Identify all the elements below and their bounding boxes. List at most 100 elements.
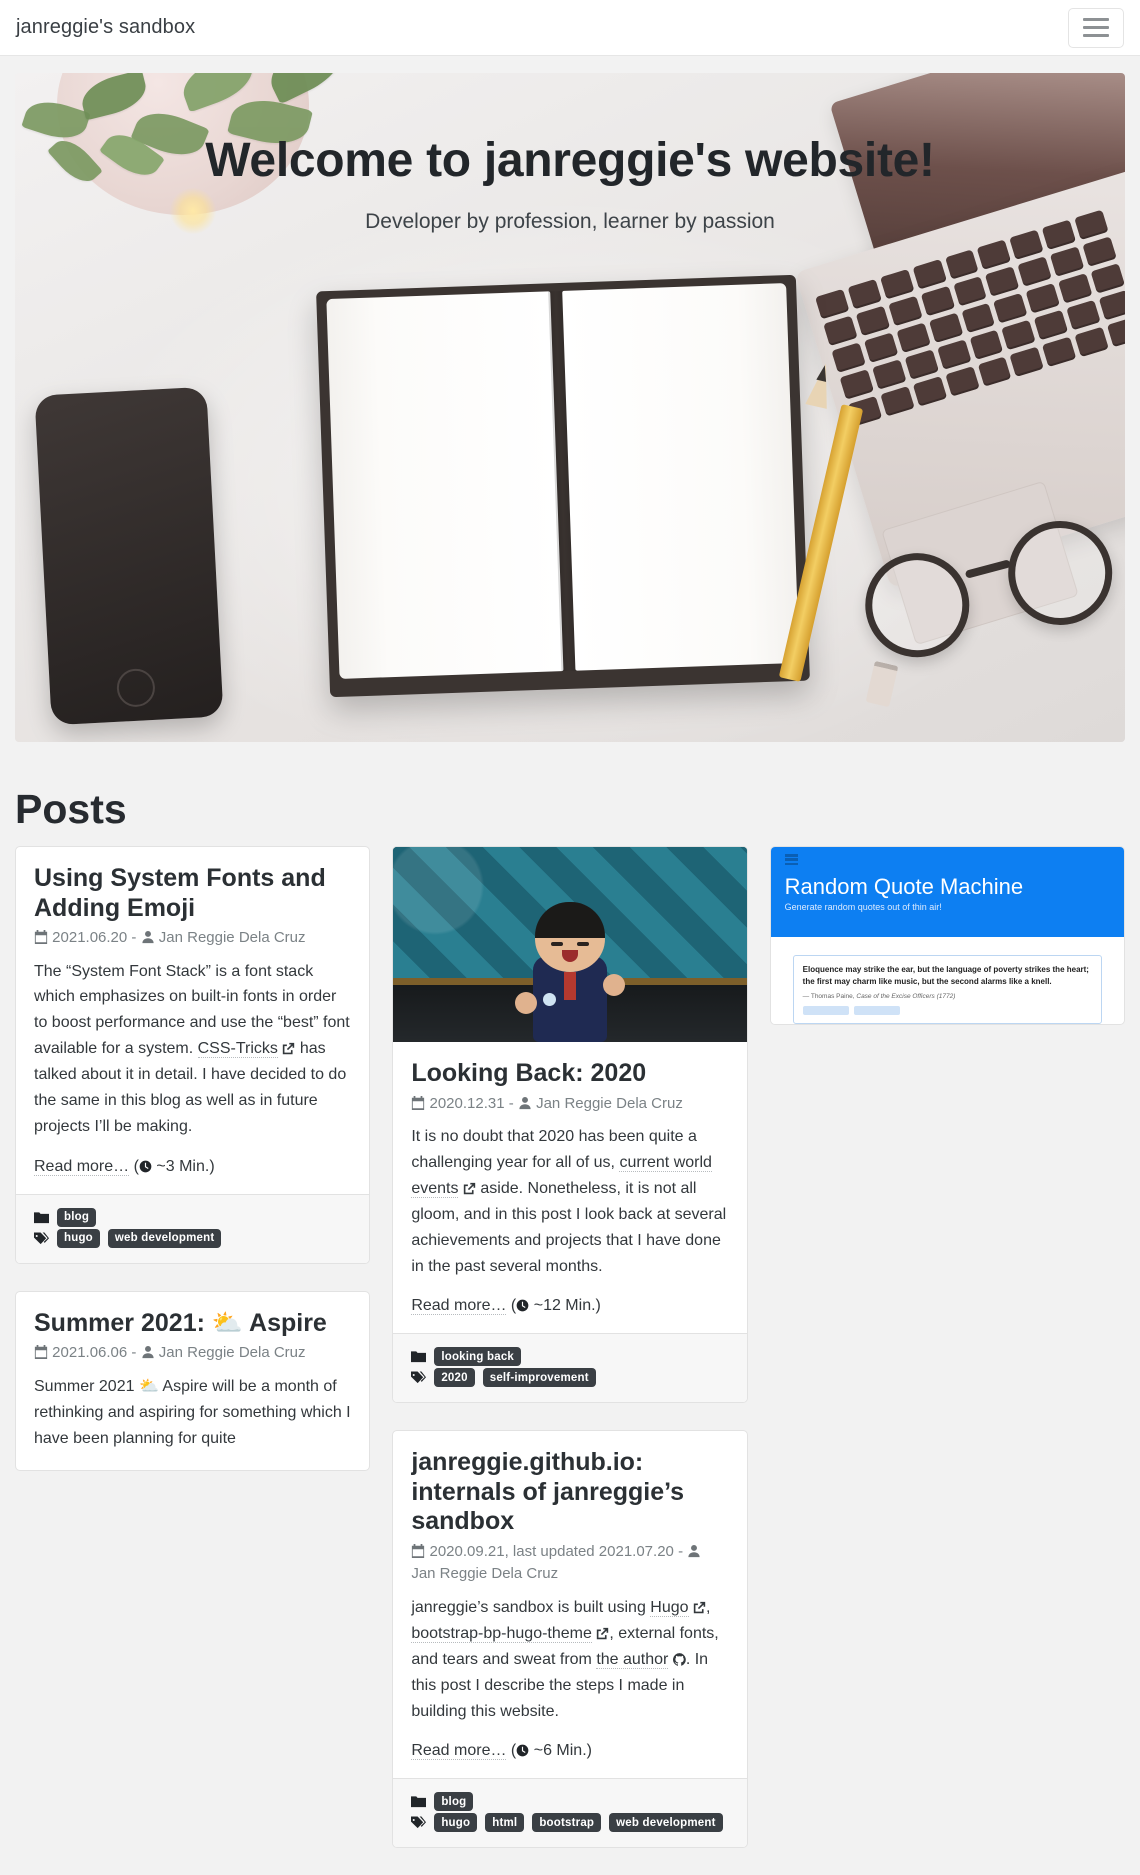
post-summary: It is no doubt that 2020 has been quite … xyxy=(411,1124,728,1279)
post-card-footer: blog hugo html bootstrap web development xyxy=(393,1778,747,1848)
user-icon xyxy=(141,930,154,944)
tag-badge[interactable]: self-improvement xyxy=(482,1368,596,1388)
qm-quote-text: Eloquence may strike the ear, but the la… xyxy=(802,965,1089,986)
category-badge[interactable]: blog xyxy=(57,1207,97,1227)
glasses-right-lens xyxy=(1001,514,1119,632)
tag-badge[interactable]: bootstrap xyxy=(532,1813,602,1833)
clock-icon xyxy=(516,1745,529,1757)
post-card-body: Using System Fonts and Adding Emoji 2021… xyxy=(16,847,369,1194)
post-categories-row: looking back xyxy=(411,1347,728,1367)
smartphone xyxy=(34,386,224,726)
glasses-bridge xyxy=(964,559,1012,579)
tag-badge[interactable]: html xyxy=(485,1813,525,1833)
post-author: Jan Reggie Dela Cruz xyxy=(536,1094,683,1112)
post-card-body: Looking Back: 2020 2020.12.31 - Jan Regg… xyxy=(393,1042,746,1333)
meta-separator: - xyxy=(678,1542,684,1560)
read-more-line: Read more… ( ~6 Min.) xyxy=(411,1742,592,1761)
post-title[interactable]: Looking Back: 2020 xyxy=(411,1059,728,1089)
post-card-body: Summer 2021: ⛅ Aspire 2021.06.06 - Jan R… xyxy=(16,1292,369,1470)
hamburger-bar-1 xyxy=(1083,18,1109,21)
post-categories-row: blog xyxy=(34,1207,351,1227)
tag-icon xyxy=(34,1232,49,1244)
tag-badge[interactable]: web development xyxy=(609,1813,723,1833)
post-date: 2020.12.31 xyxy=(429,1094,505,1112)
post-author: Jan Reggie Dela Cruz xyxy=(411,1565,559,1583)
qm-button-1[interactable] xyxy=(802,1006,849,1015)
tag-badge[interactable]: web development xyxy=(107,1228,222,1248)
tag-icon xyxy=(411,1371,427,1384)
qm-attribution: — Thomas Paine, Case of the Excise Offic… xyxy=(803,993,1092,1000)
post-tags-row: hugo web development xyxy=(34,1228,351,1248)
github-icon xyxy=(672,1652,686,1666)
eyeglasses xyxy=(854,496,1125,699)
category-badge[interactable]: looking back xyxy=(434,1347,522,1367)
hero-subtitle: Developer by profession, learner by pass… xyxy=(365,210,775,233)
posts-heading: Posts xyxy=(15,786,127,832)
external-link-icon xyxy=(463,1182,476,1194)
post-inline-link-theme[interactable]: bootstrap-bp-hugo-theme xyxy=(411,1624,592,1643)
post-inline-link-author[interactable]: the author xyxy=(596,1650,669,1669)
qm-header: Random Quote Machine Generate random quo… xyxy=(770,847,1124,937)
post-inline-link-hugo[interactable]: Hugo xyxy=(650,1598,689,1617)
post-card[interactable]: Random Quote Machine Generate random quo… xyxy=(769,846,1125,1025)
post-date: 2021.06.20 xyxy=(52,929,128,946)
post-card[interactable]: Summer 2021: ⛅ Aspire 2021.06.06 - Jan R… xyxy=(15,1290,371,1471)
post-title[interactable]: Using System Fonts and Adding Emoji xyxy=(34,864,351,923)
post-title[interactable]: janreggie.github.io: internals of janreg… xyxy=(411,1448,728,1537)
post-card[interactable]: janreggie.github.io: internals of janreg… xyxy=(392,1430,748,1849)
post-summary: Summer 2021 ⛅ Aspire will be a month of … xyxy=(34,1377,351,1447)
post-date: 2020.09.21, last updated 2021.07.20 xyxy=(429,1542,674,1560)
calendar-icon xyxy=(412,1543,425,1558)
post-meta: 2021.06.20 - Jan Reggie Dela Cruz xyxy=(34,927,351,950)
notebook-right-page xyxy=(562,283,800,671)
read-time: ~3 Min. xyxy=(156,1157,210,1175)
post-card[interactable]: Using System Fonts and Adding Emoji 2021… xyxy=(15,846,371,1264)
read-more-link[interactable]: Read more… xyxy=(34,1157,130,1176)
user-icon xyxy=(141,1346,154,1359)
post-thumbnail[interactable]: Random Quote Machine Generate random quo… xyxy=(770,847,1124,1024)
meta-separator: - xyxy=(131,1344,137,1362)
notebook-left-page xyxy=(326,291,564,679)
tag-icon xyxy=(411,1816,427,1829)
post-card[interactable]: Looking Back: 2020 2020.12.31 - Jan Regg… xyxy=(392,846,748,1404)
read-more-link[interactable]: Read more… xyxy=(411,1742,507,1761)
meta-separator: - xyxy=(131,929,137,946)
summary-text-2: , xyxy=(706,1598,711,1616)
external-link-icon xyxy=(693,1601,706,1614)
post-summary: The “System Font Stack” is a font stack … xyxy=(34,959,351,1140)
calendar-icon xyxy=(34,1345,48,1360)
hero-text-block: Welcome to janreggie's website! Develope… xyxy=(15,133,1125,234)
qm-hamburger-icon xyxy=(784,854,798,865)
post-tags-row: hugo html bootstrap web development xyxy=(411,1813,728,1833)
hamburger-bar-3 xyxy=(1083,34,1109,37)
hero-banner: Welcome to janreggie's website! Develope… xyxy=(15,73,1125,742)
post-thumbnail[interactable] xyxy=(393,847,747,1042)
post-author: Jan Reggie Dela Cruz xyxy=(158,929,306,946)
read-more-link[interactable]: Read more… xyxy=(411,1297,507,1316)
thumbnail-character xyxy=(514,892,625,1042)
post-inline-link[interactable]: CSS-Tricks xyxy=(197,1040,278,1059)
post-meta: 2021.06.06 - Jan Reggie Dela Cruz xyxy=(34,1342,351,1365)
calendar-icon xyxy=(34,930,48,944)
post-author: Jan Reggie Dela Cruz xyxy=(158,1344,306,1362)
random-quote-machine-screenshot: Random Quote Machine Generate random quo… xyxy=(770,847,1124,1024)
folder-icon xyxy=(411,1796,427,1808)
post-meta: 2020.12.31 - Jan Reggie Dela Cruz xyxy=(411,1093,728,1116)
navbar-toggle-button[interactable] xyxy=(1068,7,1124,48)
post-card-footer: looking back 2020 self-improvement xyxy=(393,1333,747,1403)
site-brand[interactable]: janreggie's sandbox xyxy=(16,16,195,39)
tag-badge[interactable]: hugo xyxy=(434,1813,478,1833)
open-notebook xyxy=(316,274,810,698)
post-tags-row: 2020 self-improvement xyxy=(411,1368,728,1388)
post-categories-row: blog xyxy=(411,1792,728,1812)
post-date: 2021.06.06 xyxy=(52,1344,128,1362)
post-title[interactable]: Summer 2021: ⛅ Aspire xyxy=(34,1309,351,1339)
post-card-body: janreggie.github.io: internals of janreg… xyxy=(393,1431,746,1778)
tag-badge[interactable]: 2020 xyxy=(434,1368,475,1388)
category-badge[interactable]: blog xyxy=(434,1792,474,1812)
clock-icon xyxy=(516,1300,529,1312)
tag-badge[interactable]: hugo xyxy=(57,1228,100,1248)
post-card-footer: blog hugo web development xyxy=(16,1193,370,1263)
qm-button-2[interactable] xyxy=(853,1006,900,1015)
read-time: ~12 Min. xyxy=(533,1297,596,1315)
